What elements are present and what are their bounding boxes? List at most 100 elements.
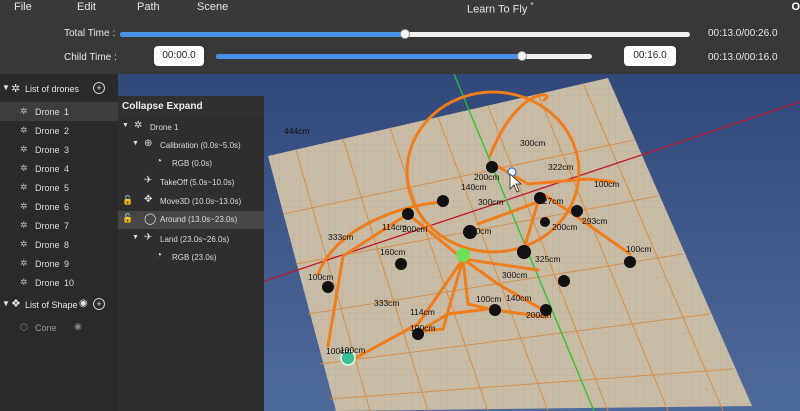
left-sidebar: ▼ ✲ List of drones + ✲ Drone 1 ✲ Drone 2 ✲ Dron… xyxy=(0,74,118,411)
collapse-expand-header[interactable]: Collapse Expand xyxy=(118,96,264,116)
tree-node-drone[interactable]: ▼ ✲ Drone 1 xyxy=(118,119,264,137)
total-time-slider[interactable] xyxy=(120,29,690,39)
drone-name: Drone xyxy=(35,164,60,174)
drone-name: Drone xyxy=(35,221,60,231)
drone-number: 7 xyxy=(64,221,70,231)
drone-number: 5 xyxy=(64,183,70,193)
distance-label: 114cm xyxy=(410,307,435,317)
move-icon: ✥ xyxy=(144,194,153,205)
eye-icon[interactable]: ◉ xyxy=(79,298,88,309)
drone-list-item[interactable]: ✲ Drone 2 xyxy=(0,121,118,140)
drone-name: Drone xyxy=(35,145,60,155)
menu-bar: File Edit Path Scene Learn To Fly * O xyxy=(0,0,800,16)
tree-node-rgb[interactable]: ◔ RGB (23.0s) xyxy=(118,249,264,267)
menu-scene[interactable]: Scene xyxy=(197,1,228,13)
eye-icon[interactable]: ◉ xyxy=(74,321,82,332)
distance-label: 300cm xyxy=(466,226,492,236)
drone-number: 2 xyxy=(64,126,70,136)
timeline-tree-panel: Collapse Expand ▼ ✲ Drone 1 ▼ ⊕ Calibrat… xyxy=(118,96,264,411)
drone-number: 3 xyxy=(64,145,70,155)
child-time-fill xyxy=(216,54,522,59)
drone-number: 10 xyxy=(64,278,75,288)
drone-list-item[interactable]: ✲ Drone 6 xyxy=(0,197,118,216)
lock-icon[interactable]: 🔓 xyxy=(122,195,133,206)
tree-node-land[interactable]: ▼ ✈ Land (23.0s~26.0s) xyxy=(118,231,264,249)
distance-label: 322cm xyxy=(548,162,574,172)
child-start-field[interactable]: 00:00.0 xyxy=(154,46,204,66)
distance-label: 100cm xyxy=(340,345,366,355)
drone-list-item[interactable]: ✲ Drone 7 xyxy=(0,216,118,235)
distance-label: 100cm xyxy=(594,179,620,189)
drone-list-item[interactable]: ✲ Drone 3 xyxy=(0,140,118,159)
takeoff-icon: ✈ xyxy=(144,175,153,186)
drone-list-item[interactable]: ✲ Drone 5 xyxy=(0,178,118,197)
drone-list-item[interactable]: ✲ Drone 10 xyxy=(0,273,118,292)
total-time-handle[interactable] xyxy=(400,29,410,39)
drone-icon: ✲ xyxy=(20,106,28,116)
shape-list-header[interactable]: ▼ ❖ List of Shape ◉ + xyxy=(0,298,118,316)
tree-node-move3d[interactable]: 🔓 ✥ Move3D (10.0s~13.0s) xyxy=(118,193,264,211)
shape-item-cone[interactable]: ⬡ Cone ◉ xyxy=(0,318,118,337)
palette-icon: ◔ xyxy=(156,250,163,261)
expand-triangle-icon[interactable]: ▼ xyxy=(2,83,10,92)
add-shape-icon[interactable]: + xyxy=(93,298,105,310)
distance-label: 300cm xyxy=(502,270,528,280)
tree-node-takeoff[interactable]: ✈ TakeOff (5.0s~10.0s) xyxy=(118,174,264,192)
child-time-label: Child Time : xyxy=(64,52,117,63)
distance-label: 300cm xyxy=(478,197,504,207)
child-end-field[interactable]: 00:16.0 xyxy=(624,46,676,66)
shape-name: Cone xyxy=(35,323,57,333)
drone-icon: ✲ xyxy=(20,144,28,154)
expand-triangle-icon[interactable]: ▼ xyxy=(132,140,139,147)
distance-label: 100cm xyxy=(308,272,334,282)
lock-icon[interactable]: 🔓 xyxy=(122,213,133,224)
drone-name: Drone xyxy=(35,202,60,212)
drone-icon: ✲ xyxy=(11,83,21,95)
child-time-slider[interactable] xyxy=(216,51,592,61)
distance-label: 100cm xyxy=(410,323,436,333)
drone-icon: ✲ xyxy=(20,220,28,230)
drone-number: 1 xyxy=(64,107,70,117)
distance-label: 293cm xyxy=(582,216,608,226)
drone-icon: ✲ xyxy=(20,201,28,211)
takeoff-label: TakeOff (5.0s~10.0s) xyxy=(160,178,235,187)
drone-list-item[interactable]: ✲ Drone 4 xyxy=(0,159,118,178)
distance-label: 140cm xyxy=(461,182,487,192)
land-icon: ✈ xyxy=(144,232,153,243)
move3d-label: Move3D (10.0s~13.0s) xyxy=(160,197,242,206)
expand-triangle-icon[interactable]: ▼ xyxy=(132,234,139,241)
menu-file[interactable]: File xyxy=(14,1,32,13)
tree-node-rgb[interactable]: ◔ RGB (0.0s) xyxy=(118,155,264,173)
window-title: Learn To Fly * xyxy=(467,1,534,16)
drone-icon: ✲ xyxy=(20,277,28,287)
expand-triangle-icon[interactable]: ▼ xyxy=(122,122,129,129)
menu-edit[interactable]: Edit xyxy=(77,1,96,13)
drone-name: Drone xyxy=(35,126,60,136)
tree-node-calibration[interactable]: ▼ ⊕ Calibration (0.0s~5.0s) xyxy=(118,137,264,155)
drone-list-item[interactable]: ✲ Drone 9 xyxy=(0,254,118,273)
drones-list-title: List of drones xyxy=(25,84,80,94)
collapse-expand-label: Collapse Expand xyxy=(122,101,203,112)
add-drone-icon[interactable]: + xyxy=(93,82,105,94)
shape-icon: ❖ xyxy=(11,298,21,310)
distance-label: 160cm xyxy=(380,247,406,257)
distance-label: 200cm xyxy=(402,224,428,234)
modified-mark: * xyxy=(530,1,534,10)
land-label: Land (23.0s~26.0s) xyxy=(160,235,230,244)
drone-icon: ✲ xyxy=(134,120,143,131)
drone-name: Drone xyxy=(35,240,60,250)
distance-label: 100cm xyxy=(476,294,502,304)
drone-number: 9 xyxy=(64,259,70,269)
around-icon: ◯ xyxy=(144,213,157,225)
drone-list-item[interactable]: ✲ Drone 1 xyxy=(0,102,118,121)
distance-label: 100cm xyxy=(626,244,652,254)
expand-triangle-icon[interactable]: ▼ xyxy=(2,299,10,308)
distance-label: 200cm xyxy=(474,172,500,182)
tree-node-around[interactable]: 🔓 ◯ Around (13.0s~23.0s) xyxy=(118,211,264,229)
drones-list-header[interactable]: ▼ ✲ List of drones + xyxy=(0,82,118,100)
child-time-handle[interactable] xyxy=(516,51,527,61)
cone-icon: ⬡ xyxy=(20,322,28,332)
drone-list-item[interactable]: ✲ Drone 8 xyxy=(0,235,118,254)
menu-path[interactable]: Path xyxy=(137,1,160,13)
drone-icon: ✲ xyxy=(20,239,28,249)
